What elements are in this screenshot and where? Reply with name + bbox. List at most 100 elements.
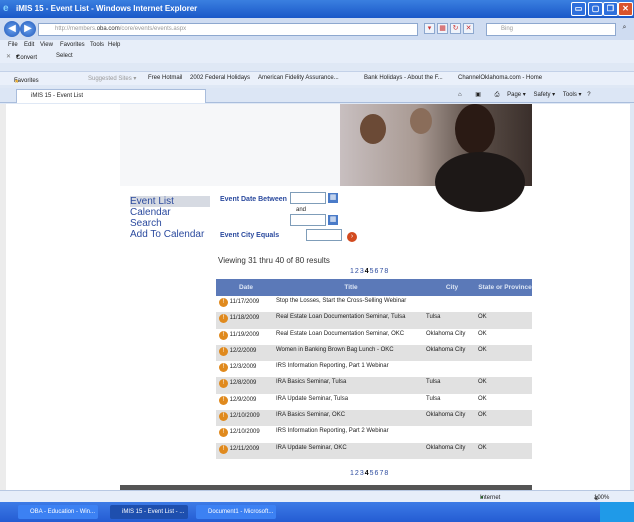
row-title[interactable]: Real Estate Loan Documentation Seminar, … [276,312,426,329]
table-row[interactable]: ! 12/2/2009 Women in Banking Brown Bag L… [216,344,532,362]
row-title[interactable]: Women in Banking Brown Bag Lunch - OKC [276,344,426,362]
row-title[interactable]: IRA Basics Seminar, Tulsa [276,377,426,394]
event-info-icon[interactable]: ! [219,428,228,438]
menu-favorites[interactable]: Favorites [60,42,85,48]
tools-menu[interactable]: Tools ▾ [563,92,582,98]
table-row[interactable]: ! 12/3/2009 IRS Information Reporting, P… [216,361,532,377]
row-title[interactable]: Stop the Losses, Start the Cross-Selling… [276,296,426,312]
city-input[interactable] [306,229,342,241]
sidebar-item-add-to-calendar[interactable]: Add To Calendar [130,229,210,240]
select-button[interactable]: Select [56,53,73,59]
forward-arrow-icon[interactable]: ▶ [20,21,36,37]
calendar-icon[interactable]: ▦ [328,193,338,203]
page-link-2[interactable]: 2 [355,268,359,275]
page-link-8[interactable]: 8 [384,470,388,477]
taskbar: OBA - Education - Win... iMIS 15 - Event… [0,502,634,522]
table-row[interactable]: ! 12/10/2009 IRS Information Reporting, … [216,426,532,442]
table-row[interactable]: ! 11/19/2009 Real Estate Loan Documentat… [216,329,532,345]
page-link-6[interactable]: 6 [375,470,379,477]
sidebar-item-calendar[interactable]: Calendar [130,207,210,218]
date-cell: ! 11/17/2009 [216,296,276,312]
close-toolbar-icon[interactable]: ✕ [6,53,11,60]
table-row[interactable]: ! 12/8/2009 IRA Basics Seminar, Tulsa Tu… [216,377,532,394]
favorite-free-hotmail[interactable]: Free Hotmail [148,75,182,81]
sidebar-item-event-list[interactable]: Event List [130,196,210,207]
restore-button[interactable]: ❐ [603,2,618,16]
refresh-icon[interactable]: ↻ [450,23,461,34]
event-info-icon[interactable]: ! [219,346,228,356]
sidebar: Event List Calendar Search Add To Calend… [130,196,210,240]
sidebar-item-search[interactable]: Search [130,218,210,229]
page-menu[interactable]: Page ▾ [507,92,526,98]
favorite-suggested-sites[interactable]: Suggested Sites ▾ [88,75,136,82]
close-button[interactable]: ✕ [618,2,633,16]
minimize-button[interactable]: ▭ [571,2,586,16]
event-info-icon[interactable]: ! [219,444,228,454]
feeds-icon[interactable]: ▣ [475,92,481,98]
search-icon[interactable]: ⌕ [619,23,630,34]
row-title[interactable]: IRS Information Reporting, Part 1 Webina… [276,361,426,377]
event-info-icon[interactable]: ! [219,298,228,307]
page-link-7[interactable]: 7 [379,268,383,275]
tab-event-list[interactable]: iMIS 15 - Event List [16,89,206,103]
task-document1[interactable]: Document1 - Microsoft... [196,505,276,519]
print-icon[interactable]: ⎙ [495,92,500,98]
row-title[interactable]: IRS Information Reporting, Part 2 Webina… [276,426,426,442]
menu-edit[interactable]: Edit [24,42,34,48]
event-info-icon[interactable]: ! [219,379,228,389]
page-link-1[interactable]: 1 [350,268,354,275]
compat-view-icon[interactable]: ▦ [437,23,448,34]
table-row[interactable]: ! 12/10/2009 IRA Basics Seminar, OKC Okl… [216,410,532,427]
table-row[interactable]: ! 12/9/2009 IRA Update Seminar, Tulsa Tu… [216,394,532,410]
convert-button[interactable]: Convert ▾ [16,53,37,61]
start-date-input[interactable] [290,192,326,204]
favorite-channel-oklahoma[interactable]: ChannelOklahoma.com - Home [458,75,542,81]
search-input[interactable]: Bing [486,23,616,36]
row-title[interactable]: IRA Basics Seminar, OKC [276,410,426,427]
page-link-8[interactable]: 8 [384,268,388,275]
page-link-3[interactable]: 3 [360,470,364,477]
row-title[interactable]: IRA Update Seminar, Tulsa [276,394,426,410]
page-link-5[interactable]: 5 [370,470,374,477]
back-arrow-icon[interactable]: ◀ [4,21,20,37]
table-row[interactable]: ! 11/18/2009 Real Estate Loan Documentat… [216,312,532,329]
favorite-bank-holidays[interactable]: Bank Holidays - About the F... [364,75,443,81]
event-info-icon[interactable]: ! [219,412,228,422]
page-current: 4 [364,268,369,275]
stop-icon[interactable]: ✕ [463,23,474,34]
menu-tools[interactable]: Tools [90,42,104,48]
event-info-icon[interactable]: ! [219,363,228,373]
page-link-3[interactable]: 3 [360,268,364,275]
menu-file[interactable]: File [8,42,18,48]
event-info-icon[interactable]: ! [219,330,228,340]
calendar-icon[interactable]: ▦ [328,215,338,225]
favorite-american-fidelity[interactable]: American Fidelity Assurance... [258,75,339,81]
row-title[interactable]: IRA Update Seminar, OKC [276,442,426,459]
favorite-federal-holidays[interactable]: 2002 Federal Holidays [190,75,250,81]
dropdown-icon[interactable]: ▾ [424,23,435,34]
task-imis-event-list[interactable]: iMIS 15 - Event List - ... [110,505,188,519]
convert-label: Convert [16,55,38,61]
row-city: Tulsa [426,312,478,329]
page-link-1[interactable]: 1 [350,470,354,477]
table-row[interactable]: ! 11/17/2009 Stop the Losses, Start the … [216,296,532,312]
event-info-icon[interactable]: ! [219,314,228,324]
table-row[interactable]: ! 12/11/2009 IRA Update Seminar, OKC Okl… [216,442,532,459]
page-link-6[interactable]: 6 [375,268,379,275]
url-input[interactable]: http://members.oba.com/core/events/event… [38,23,418,36]
row-title[interactable]: Real Estate Loan Documentation Seminar, … [276,329,426,345]
menu-help[interactable]: Help [108,42,120,48]
row-date: 12/3/2009 [229,364,257,371]
page-link-7[interactable]: 7 [379,470,383,477]
task-oba-education[interactable]: OBA - Education - Win... [18,505,98,519]
page-link-5[interactable]: 5 [370,268,374,275]
go-arrow-icon[interactable]: › [347,232,357,242]
event-info-icon[interactable]: ! [219,395,228,405]
home-icon[interactable]: ⌂ [458,92,462,98]
safety-menu[interactable]: Safety ▾ [534,92,556,98]
menu-view[interactable]: View [40,42,53,48]
page-link-2[interactable]: 2 [355,470,359,477]
help-icon[interactable]: ? [587,92,590,98]
end-date-input[interactable] [290,214,326,226]
maximize-button[interactable]: ▢ [588,2,603,16]
